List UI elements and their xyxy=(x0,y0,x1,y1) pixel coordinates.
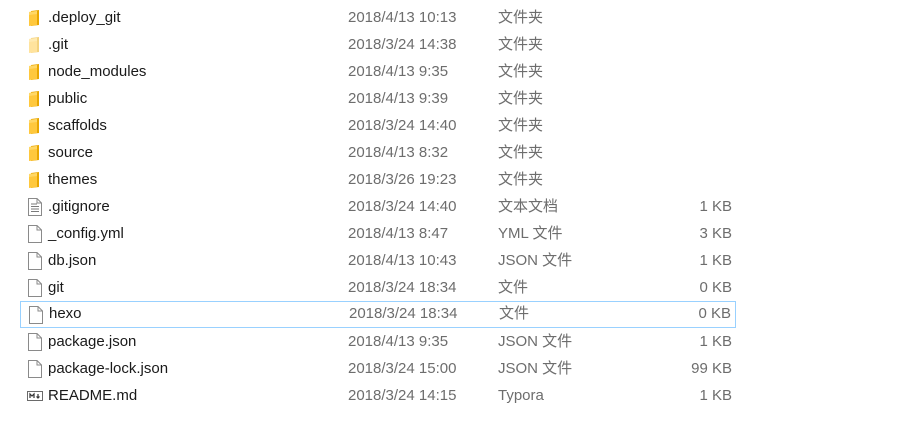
file-date-modified: 2018/4/13 8:32 xyxy=(348,144,449,161)
file-row[interactable]: _config.yml 2018/4/13 8:47 YML 文件 3 KB xyxy=(20,220,736,247)
folder-icon xyxy=(25,139,45,166)
file-icon xyxy=(25,274,45,301)
file-icon xyxy=(25,355,45,382)
file-type: Typora xyxy=(498,387,544,404)
file-row[interactable]: README.md 2018/3/24 14:15 Typora 1 KB xyxy=(20,382,736,409)
file-name: README.md xyxy=(48,387,138,404)
file-type: 文件夹 xyxy=(498,63,544,80)
file-date-modified: 2018/3/24 14:38 xyxy=(348,36,457,53)
file-size: 3 KB xyxy=(699,225,732,242)
file-name: git xyxy=(48,279,64,296)
file-size: 1 KB xyxy=(699,252,732,269)
file-name: package-lock.json xyxy=(48,360,169,377)
file-size: 0 KB xyxy=(698,305,731,322)
file-type: JSON 文件 xyxy=(498,360,573,377)
folder-icon xyxy=(25,112,45,139)
file-name: public xyxy=(48,90,88,107)
file-icon xyxy=(25,328,45,355)
file-date-modified: 2018/4/13 10:43 xyxy=(348,252,457,269)
file-date-modified: 2018/3/26 19:23 xyxy=(348,171,457,188)
file-name: _config.yml xyxy=(48,225,124,242)
file-row[interactable]: .git 2018/3/24 14:38 文件夹 xyxy=(20,31,736,58)
text-document-icon xyxy=(25,193,45,220)
file-date-modified: 2018/4/13 8:47 xyxy=(348,225,449,242)
file-date-modified: 2018/3/24 14:15 xyxy=(348,387,457,404)
file-type: JSON 文件 xyxy=(498,333,573,350)
file-size: 0 KB xyxy=(699,279,732,296)
file-size: 1 KB xyxy=(699,333,732,350)
file-row[interactable]: scaffolds 2018/3/24 14:40 文件夹 xyxy=(20,112,736,139)
file-row[interactable]: git 2018/3/24 18:34 文件 0 KB xyxy=(20,274,736,301)
file-size: 99 KB xyxy=(691,360,732,377)
file-row[interactable]: package-lock.json 2018/3/24 15:00 JSON 文件 9… xyxy=(20,355,736,382)
file-size: 1 KB xyxy=(699,387,732,404)
file-row[interactable]: db.json 2018/4/13 10:43 JSON 文件 1 KB xyxy=(20,247,736,274)
file-name: themes xyxy=(48,171,98,188)
file-row[interactable]: .gitignore 2018/3/24 14:40 文本文档 1 KB xyxy=(20,193,736,220)
file-date-modified: 2018/4/13 9:39 xyxy=(348,90,449,107)
file-type: 文件夹 xyxy=(498,117,544,134)
typora-document-icon xyxy=(25,382,45,409)
file-name: source xyxy=(48,144,94,161)
file-date-modified: 2018/4/13 10:13 xyxy=(348,9,457,26)
file-icon xyxy=(25,220,45,247)
file-type: 文件夹 xyxy=(498,90,544,107)
file-row[interactable]: .deploy_git 2018/4/13 10:13 文件夹 xyxy=(20,4,736,31)
file-name: .deploy_git xyxy=(48,9,121,26)
folder-icon xyxy=(25,58,45,85)
file-row[interactable]: themes 2018/3/26 19:23 文件夹 xyxy=(20,166,736,193)
file-type: 文本文档 xyxy=(498,198,559,215)
file-date-modified: 2018/3/24 14:40 xyxy=(348,198,457,215)
file-name: .git xyxy=(48,36,69,53)
file-type: YML 文件 xyxy=(498,225,563,242)
file-list: .deploy_git 2018/4/13 10:13 文件夹 .git 2018/3/… xyxy=(20,4,736,409)
file-date-modified: 2018/4/13 9:35 xyxy=(348,333,449,350)
file-name: node_modules xyxy=(48,63,147,80)
file-type: 文件 xyxy=(499,305,530,322)
file-date-modified: 2018/4/13 9:35 xyxy=(348,63,449,80)
file-date-modified: 2018/3/24 14:40 xyxy=(348,117,457,134)
file-row[interactable]: public 2018/4/13 9:39 文件夹 xyxy=(20,85,736,112)
file-name: package.json xyxy=(48,333,137,350)
folder-icon xyxy=(25,85,45,112)
file-name: db.json xyxy=(48,252,97,269)
file-type: 文件 xyxy=(498,279,529,296)
folder-icon xyxy=(25,166,45,193)
file-date-modified: 2018/3/24 18:34 xyxy=(348,279,457,296)
folder-hidden-icon xyxy=(25,31,45,58)
file-icon xyxy=(26,301,46,328)
file-name: .gitignore xyxy=(48,198,110,215)
file-type: 文件夹 xyxy=(498,9,544,26)
file-row[interactable]: node_modules 2018/4/13 9:35 文件夹 xyxy=(20,58,736,85)
file-size: 1 KB xyxy=(699,198,732,215)
file-type: 文件夹 xyxy=(498,144,544,161)
file-date-modified: 2018/3/24 15:00 xyxy=(348,360,457,377)
file-icon xyxy=(25,247,45,274)
file-name: hexo xyxy=(49,305,82,322)
file-name: scaffolds xyxy=(48,117,107,134)
file-type: JSON 文件 xyxy=(498,252,573,269)
file-type: 文件夹 xyxy=(498,171,544,188)
folder-icon xyxy=(25,4,45,31)
file-date-modified: 2018/3/24 18:34 xyxy=(349,305,458,322)
file-type: 文件夹 xyxy=(498,36,544,53)
file-row[interactable]: hexo 2018/3/24 18:34 文件 0 KB xyxy=(20,301,736,328)
file-row[interactable]: source 2018/4/13 8:32 文件夹 xyxy=(20,139,736,166)
file-row[interactable]: package.json 2018/4/13 9:35 JSON 文件 1 KB xyxy=(20,328,736,355)
